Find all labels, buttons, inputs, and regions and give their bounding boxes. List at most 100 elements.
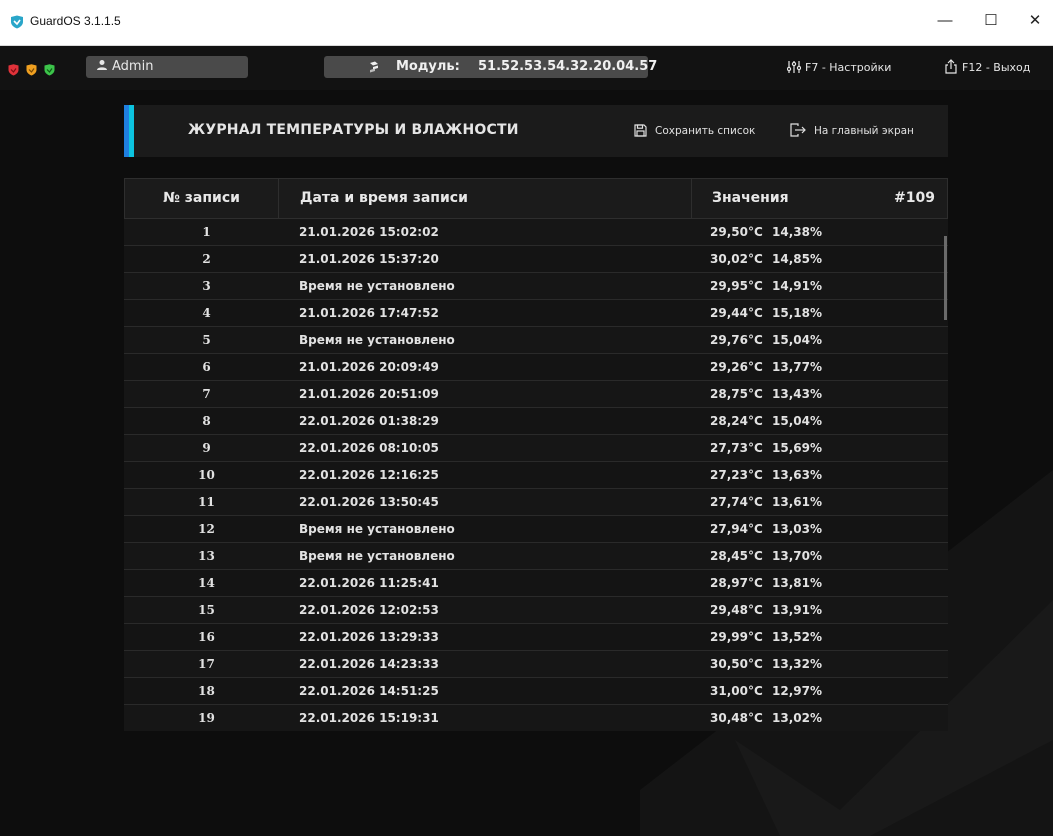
record-humidity: 13,43% (772, 387, 822, 401)
record-temperature: 29,95°C (710, 279, 763, 293)
table-scrollbar[interactable] (944, 236, 947, 320)
close-button[interactable]: ✕ (1012, 6, 1053, 36)
table-row[interactable]: 2 21.01.2026 15:37:20 30,02°C 14,85% (124, 246, 948, 273)
record-temperature: 29,50°C (710, 225, 763, 239)
header-datetime[interactable]: Дата и время записи (300, 179, 468, 218)
record-datetime: 21.01.2026 20:51:09 (299, 387, 439, 401)
record-number: 8 (202, 414, 211, 428)
record-datetime: 22.01.2026 08:10:05 (299, 441, 439, 455)
record-datetime: Время не установлено (299, 549, 455, 563)
record-datetime: 21.01.2026 15:02:02 (299, 225, 439, 239)
record-temperature: 29,99°C (710, 630, 763, 644)
record-number: 5 (202, 333, 211, 347)
window-title: GuardOS 3.1.1.5 (30, 14, 121, 28)
record-number: 10 (198, 468, 215, 482)
table-row[interactable]: 7 21.01.2026 20:51:09 28,75°C 13,43% (124, 381, 948, 408)
record-datetime: 21.01.2026 15:37:20 (299, 252, 439, 266)
table-row[interactable]: 3 Время не установлено 29,95°C 14,91% (124, 273, 948, 300)
record-humidity: 14,85% (772, 252, 822, 266)
record-humidity: 12,97% (772, 684, 822, 698)
exit-button[interactable]: F12 - Выход (944, 58, 1030, 78)
record-humidity: 13,91% (772, 603, 822, 617)
table-row[interactable]: 13 Время не установлено 28,45°C 13,70% (124, 543, 948, 570)
window-titlebar: GuardOS 3.1.1.5 — ☐ ✕ (0, 0, 1053, 46)
record-temperature: 27,74°C (710, 495, 763, 509)
record-datetime: Время не установлено (299, 522, 455, 536)
table-row[interactable]: 9 22.01.2026 08:10:05 27,73°C 15,69% (124, 435, 948, 462)
table-row[interactable]: 10 22.01.2026 12:16:25 27,23°C 13,63% (124, 462, 948, 489)
status-yellow-shield-icon (26, 63, 37, 75)
panel-header: ЖУРНАЛ ТЕМПЕРАТУРЫ И ВЛАЖНОСТИ Сохранить… (124, 105, 948, 157)
record-temperature: 28,75°C (710, 387, 763, 401)
user-icon (97, 60, 107, 70)
current-user[interactable]: Admin (86, 56, 248, 78)
table-row[interactable]: 12 Время не установлено 27,94°C 13,03% (124, 516, 948, 543)
record-humidity: 15,69% (772, 441, 822, 455)
record-count: #109 (894, 190, 935, 206)
table-row[interactable]: 14 22.01.2026 11:25:41 28,97°C 13,81% (124, 570, 948, 597)
settings-button[interactable]: F7 - Настройки (786, 58, 892, 78)
app-logo-icon (11, 15, 23, 29)
record-number: 19 (198, 711, 215, 725)
record-number: 11 (198, 495, 215, 509)
record-temperature: 28,97°C (710, 576, 763, 590)
record-datetime: 21.01.2026 20:09:49 (299, 360, 439, 374)
record-number: 18 (198, 684, 215, 698)
record-temperature: 27,23°C (710, 468, 763, 482)
record-datetime: 22.01.2026 01:38:29 (299, 414, 439, 428)
module-label: Модуль: (396, 59, 460, 74)
record-datetime: 22.01.2026 11:25:41 (299, 576, 439, 590)
record-humidity: 13,03% (772, 522, 822, 536)
minimize-button[interactable]: — (922, 6, 968, 36)
table-row[interactable]: 6 21.01.2026 20:09:49 29,26°C 13,77% (124, 354, 948, 381)
record-number: 9 (202, 441, 211, 455)
table-row[interactable]: 1 21.01.2026 15:02:02 29,50°C 14,38% (124, 219, 948, 246)
table-row[interactable]: 17 22.01.2026 14:23:33 30,50°C 13,32% (124, 651, 948, 678)
record-temperature: 29,44°C (710, 306, 763, 320)
main-screen-button[interactable]: На главный экран (790, 123, 914, 139)
record-temperature: 29,76°C (710, 333, 763, 347)
record-number: 2 (202, 252, 211, 266)
settings-label: F7 - Настройки (805, 61, 892, 74)
record-humidity: 15,04% (772, 414, 822, 428)
record-number: 12 (198, 522, 215, 536)
exit-arrow-icon (790, 123, 806, 137)
record-number: 7 (202, 387, 211, 401)
record-humidity: 13,81% (772, 576, 822, 590)
record-datetime: 22.01.2026 13:50:45 (299, 495, 439, 509)
record-datetime: 22.01.2026 14:51:25 (299, 684, 439, 698)
table-row[interactable]: 4 21.01.2026 17:47:52 29,44°C 15,18% (124, 300, 948, 327)
record-datetime: 22.01.2026 13:29:33 (299, 630, 439, 644)
exit-label: F12 - Выход (962, 61, 1031, 74)
table-row[interactable]: 5 Время не установлено 29,76°C 15,04% (124, 327, 948, 354)
record-datetime: 21.01.2026 17:47:52 (299, 306, 439, 320)
record-humidity: 13,61% (772, 495, 822, 509)
sliders-icon (786, 61, 802, 73)
record-humidity: 13,02% (772, 711, 822, 725)
record-number: 16 (198, 630, 215, 644)
module-value: 51.52.53.54.32.20.04.57 (478, 59, 658, 74)
record-temperature: 30,02°C (710, 252, 763, 266)
table-row[interactable]: 19 22.01.2026 15:19:31 30,48°C 13,02% (124, 705, 948, 731)
table-row[interactable]: 11 22.01.2026 13:50:45 27,74°C 13,61% (124, 489, 948, 516)
record-number: 13 (198, 549, 215, 563)
record-temperature: 29,26°C (710, 360, 763, 374)
module-icon (370, 61, 378, 73)
record-humidity: 15,18% (772, 306, 822, 320)
table-row[interactable]: 8 22.01.2026 01:38:29 28,24°C 15,04% (124, 408, 948, 435)
table-row[interactable]: 15 22.01.2026 12:02:53 29,48°C 13,91% (124, 597, 948, 624)
record-humidity: 15,04% (772, 333, 822, 347)
record-datetime: 22.01.2026 12:16:25 (299, 468, 439, 482)
table-row[interactable]: 16 22.01.2026 13:29:33 29,99°C 13,52% (124, 624, 948, 651)
table-header: № записи Дата и время записи Значения #1… (124, 178, 948, 219)
save-list-button[interactable]: Сохранить список (634, 123, 755, 139)
header-values[interactable]: Значения (712, 179, 789, 218)
maximize-button[interactable]: ☐ (968, 6, 1014, 36)
table-row[interactable]: 18 22.01.2026 14:51:25 31,00°C 12,97% (124, 678, 948, 705)
header-record-number[interactable]: № записи (125, 179, 279, 218)
header-divider (691, 179, 692, 218)
main-screen-label: На главный экран (814, 125, 914, 137)
record-datetime: 22.01.2026 12:02:53 (299, 603, 439, 617)
record-datetime: 22.01.2026 14:23:33 (299, 657, 439, 671)
log-table: № записи Дата и время записи Значения #1… (124, 178, 948, 731)
